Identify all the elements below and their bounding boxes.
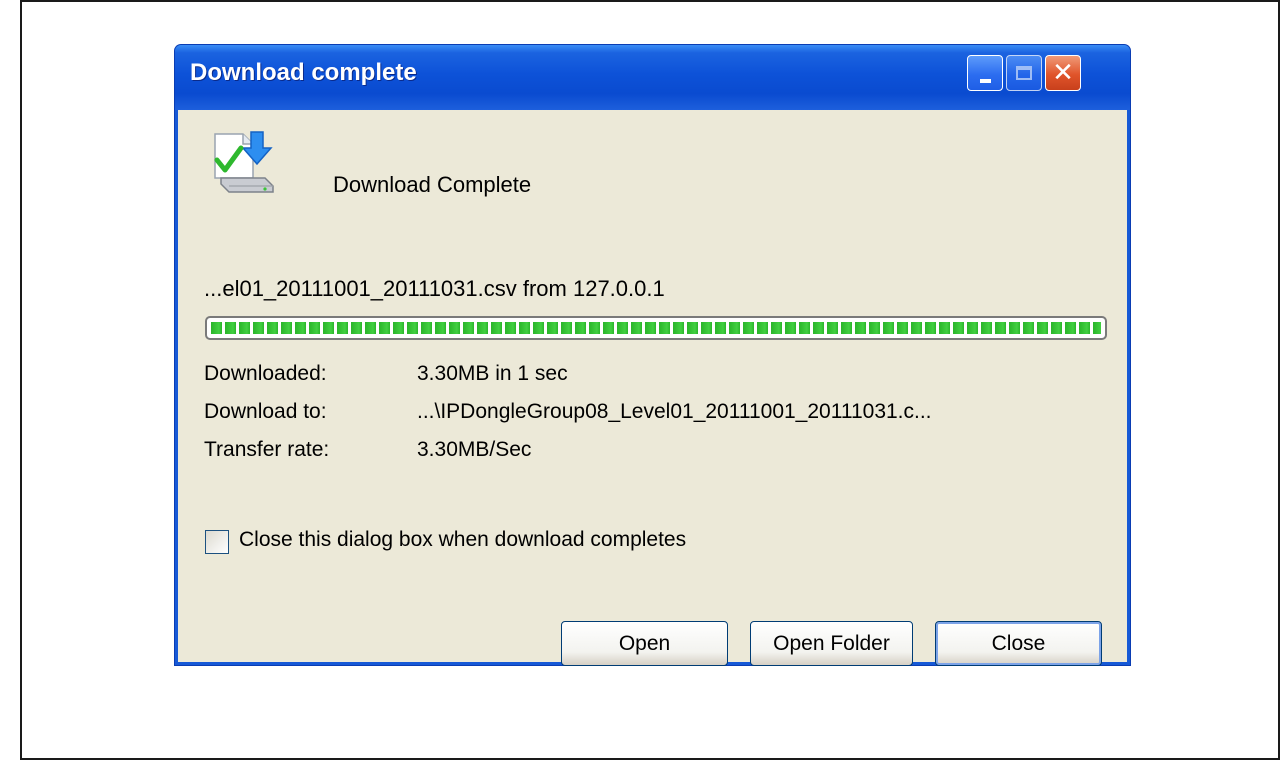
download-to-value: ...\IPDongleGroup08_Level01_20111001_201…: [417, 400, 932, 423]
title-bar[interactable]: Download complete ✕: [175, 45, 1130, 110]
progress-fill: [211, 322, 1101, 334]
open-button[interactable]: Open: [561, 621, 728, 666]
maximize-icon: [1016, 66, 1032, 80]
file-source-label: ...el01_20111001_20111031.csv from 127.0…: [204, 276, 665, 301]
downloaded-label: Downloaded:: [204, 362, 327, 385]
close-icon: ✕: [1052, 58, 1074, 88]
downloaded-value: 3.30MB in 1 sec: [417, 362, 568, 385]
close-window-button[interactable]: ✕: [1045, 55, 1081, 91]
download-complete-icon: [214, 131, 274, 193]
download-dialog: Download complete ✕ Download Complete ..…: [175, 45, 1130, 666]
open-folder-button[interactable]: Open Folder: [750, 621, 913, 666]
dialog-body: Download Complete ...el01_20111001_20111…: [178, 110, 1127, 666]
window-title: Download complete: [190, 59, 417, 86]
close-button[interactable]: Close: [935, 621, 1102, 666]
close-when-done-label[interactable]: Close this dialog box when download comp…: [239, 528, 686, 552]
minimize-icon: [979, 79, 991, 83]
maximize-button: [1006, 55, 1042, 91]
transfer-rate-value: 3.30MB/Sec: [417, 438, 532, 461]
minimize-button[interactable]: [967, 55, 1003, 91]
transfer-rate-label: Transfer rate:: [204, 438, 330, 461]
close-when-done-checkbox[interactable]: [205, 530, 229, 554]
download-to-label: Download to:: [204, 400, 327, 423]
header-title: Download Complete: [333, 172, 532, 197]
download-progress-bar: [205, 316, 1107, 340]
